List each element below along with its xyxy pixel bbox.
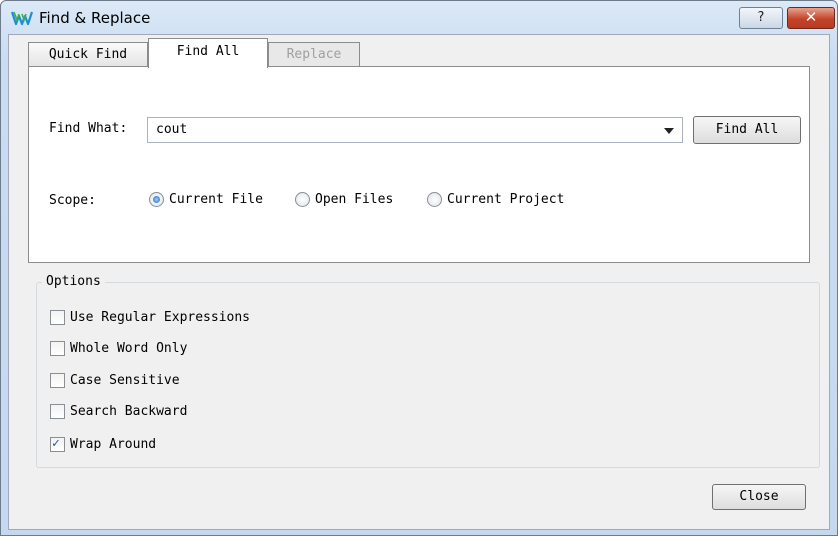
radio-label: Current Project bbox=[447, 192, 565, 207]
radio-label: Open Files bbox=[315, 192, 394, 207]
checkbox-label: Search Backward bbox=[70, 404, 188, 419]
radio-unselected-icon[interactable] bbox=[427, 192, 442, 207]
checkbox-icon[interactable] bbox=[50, 404, 65, 419]
window-title: Find & Replace bbox=[39, 9, 151, 27]
tab-find-all[interactable]: Find All bbox=[148, 38, 268, 68]
checkbox-icon[interactable] bbox=[50, 310, 65, 325]
checkbox-icon[interactable] bbox=[50, 373, 65, 388]
find-all-button[interactable]: Find All bbox=[693, 116, 801, 144]
find-what-combobox[interactable]: cout bbox=[147, 117, 683, 143]
radio-selected-icon[interactable] bbox=[149, 192, 164, 207]
dropdown-arrow-icon[interactable] bbox=[664, 128, 674, 134]
close-button[interactable]: Close bbox=[712, 484, 806, 510]
options-group-title: Options bbox=[42, 274, 105, 289]
checkbox-icon[interactable] bbox=[50, 341, 65, 356]
help-button[interactable]: ? bbox=[739, 7, 783, 29]
checkbox-label: Wrap Around bbox=[70, 437, 157, 452]
checkbox-label: Use Regular Expressions bbox=[70, 310, 251, 325]
window-close-button[interactable]: ✕ bbox=[787, 7, 835, 29]
radio-unselected-icon[interactable] bbox=[295, 192, 310, 207]
radio-label: Current File bbox=[169, 192, 263, 207]
find-what-value[interactable]: cout bbox=[156, 122, 187, 137]
find-what-label: Find What: bbox=[49, 121, 128, 136]
tab-quick-find[interactable]: Quick Find bbox=[28, 42, 148, 67]
checkbox-label: Whole Word Only bbox=[70, 341, 188, 356]
scope-label: Scope: bbox=[49, 193, 96, 208]
tab-replace[interactable]: Replace bbox=[268, 42, 360, 67]
find-all-tab-panel: Find What: cout Find All Scope: Current … bbox=[28, 66, 810, 263]
checkbox-checked-icon[interactable] bbox=[50, 435, 65, 453]
checkbox-label: Case Sensitive bbox=[70, 373, 180, 388]
app-logo-icon bbox=[11, 11, 33, 26]
title-bar[interactable]: Find & Replace ? ✕ bbox=[1, 1, 837, 35]
